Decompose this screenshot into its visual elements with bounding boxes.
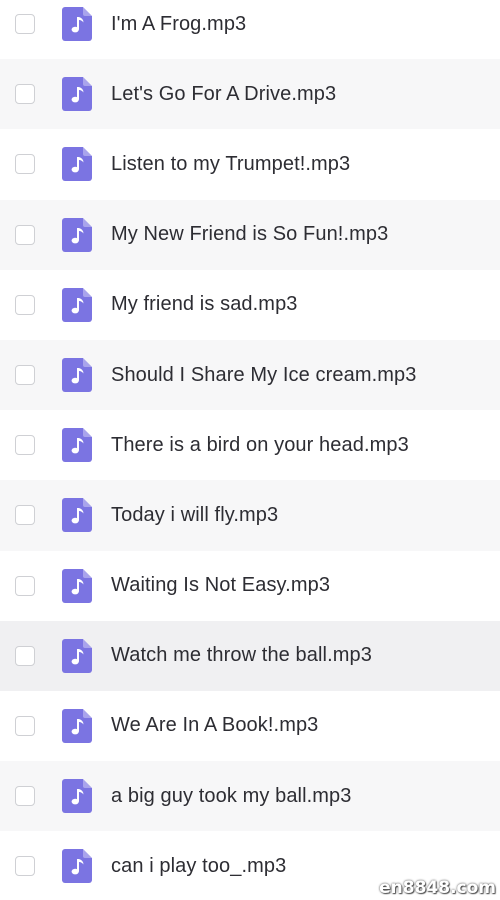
select-checkbox[interactable] xyxy=(15,154,35,175)
audio-file-icon xyxy=(62,638,92,673)
file-row[interactable]: There is a bird on your head.mp3 xyxy=(0,410,500,480)
audio-file-icon xyxy=(62,708,92,743)
file-row[interactable]: I'm A Frog.mp3 xyxy=(0,0,500,59)
audio-file-icon xyxy=(62,217,92,252)
file-name[interactable]: My friend is sad.mp3 xyxy=(111,293,298,316)
file-name[interactable]: Today i will fly.mp3 xyxy=(111,504,278,527)
file-row[interactable]: We Are In A Book!.mp3 xyxy=(0,691,500,761)
file-row[interactable]: a big guy took my ball.mp3 xyxy=(0,761,500,832)
file-name[interactable]: Waiting Is Not Easy.mp3 xyxy=(111,574,330,597)
select-checkbox[interactable] xyxy=(15,224,35,245)
audio-file-icon xyxy=(62,779,92,814)
file-name[interactable]: Should I Share My Ice cream.mp3 xyxy=(111,364,416,387)
watermark: en8848.com xyxy=(379,878,496,898)
file-row[interactable]: Today i will fly.mp3 xyxy=(0,480,500,551)
select-checkbox[interactable] xyxy=(15,365,35,386)
select-checkbox[interactable] xyxy=(15,786,35,807)
select-checkbox[interactable] xyxy=(15,715,35,736)
select-checkbox[interactable] xyxy=(15,575,35,596)
audio-file-icon xyxy=(62,77,92,112)
file-name[interactable]: We Are In A Book!.mp3 xyxy=(111,714,318,737)
audio-file-icon xyxy=(62,147,92,182)
select-checkbox[interactable] xyxy=(15,294,35,315)
file-name[interactable]: a big guy took my ball.mp3 xyxy=(111,785,352,808)
select-checkbox[interactable] xyxy=(15,856,35,877)
audio-file-icon xyxy=(62,7,92,42)
file-name[interactable]: I'm A Frog.mp3 xyxy=(111,13,246,36)
file-name[interactable]: My New Friend is So Fun!.mp3 xyxy=(111,223,388,246)
select-checkbox[interactable] xyxy=(15,505,35,526)
select-checkbox[interactable] xyxy=(15,84,35,105)
file-row[interactable]: Should I Share My Ice cream.mp3 xyxy=(0,339,500,411)
file-name[interactable]: Watch me throw the ball.mp3 xyxy=(111,644,372,667)
file-row[interactable]: Waiting Is Not Easy.mp3 xyxy=(0,551,500,621)
file-row[interactable]: My friend is sad.mp3 xyxy=(0,270,500,340)
file-row[interactable]: Listen to my Trumpet!.mp3 xyxy=(0,129,500,199)
file-row[interactable]: Let's Go For A Drive.mp3 xyxy=(0,59,500,130)
audio-file-icon xyxy=(62,568,92,603)
file-row[interactable]: My New Friend is So Fun!.mp3 xyxy=(0,199,500,270)
audio-file-icon xyxy=(62,428,92,463)
file-name[interactable]: Let's Go For A Drive.mp3 xyxy=(111,83,336,106)
file-row[interactable]: Watch me throw the ball.mp3 xyxy=(0,620,500,691)
file-name[interactable]: can i play too_.mp3 xyxy=(111,855,286,878)
audio-file-icon xyxy=(62,287,92,322)
select-checkbox[interactable] xyxy=(15,435,35,456)
file-name[interactable]: There is a bird on your head.mp3 xyxy=(111,434,409,457)
file-name[interactable]: Listen to my Trumpet!.mp3 xyxy=(111,153,350,176)
file-list: I'm A Frog.mp3 Let's Go For A Drive.mp3 … xyxy=(0,0,500,889)
audio-file-icon xyxy=(62,358,92,393)
select-checkbox[interactable] xyxy=(15,645,35,666)
audio-file-icon xyxy=(62,498,92,533)
audio-file-icon xyxy=(62,849,92,884)
select-checkbox[interactable] xyxy=(15,14,35,35)
